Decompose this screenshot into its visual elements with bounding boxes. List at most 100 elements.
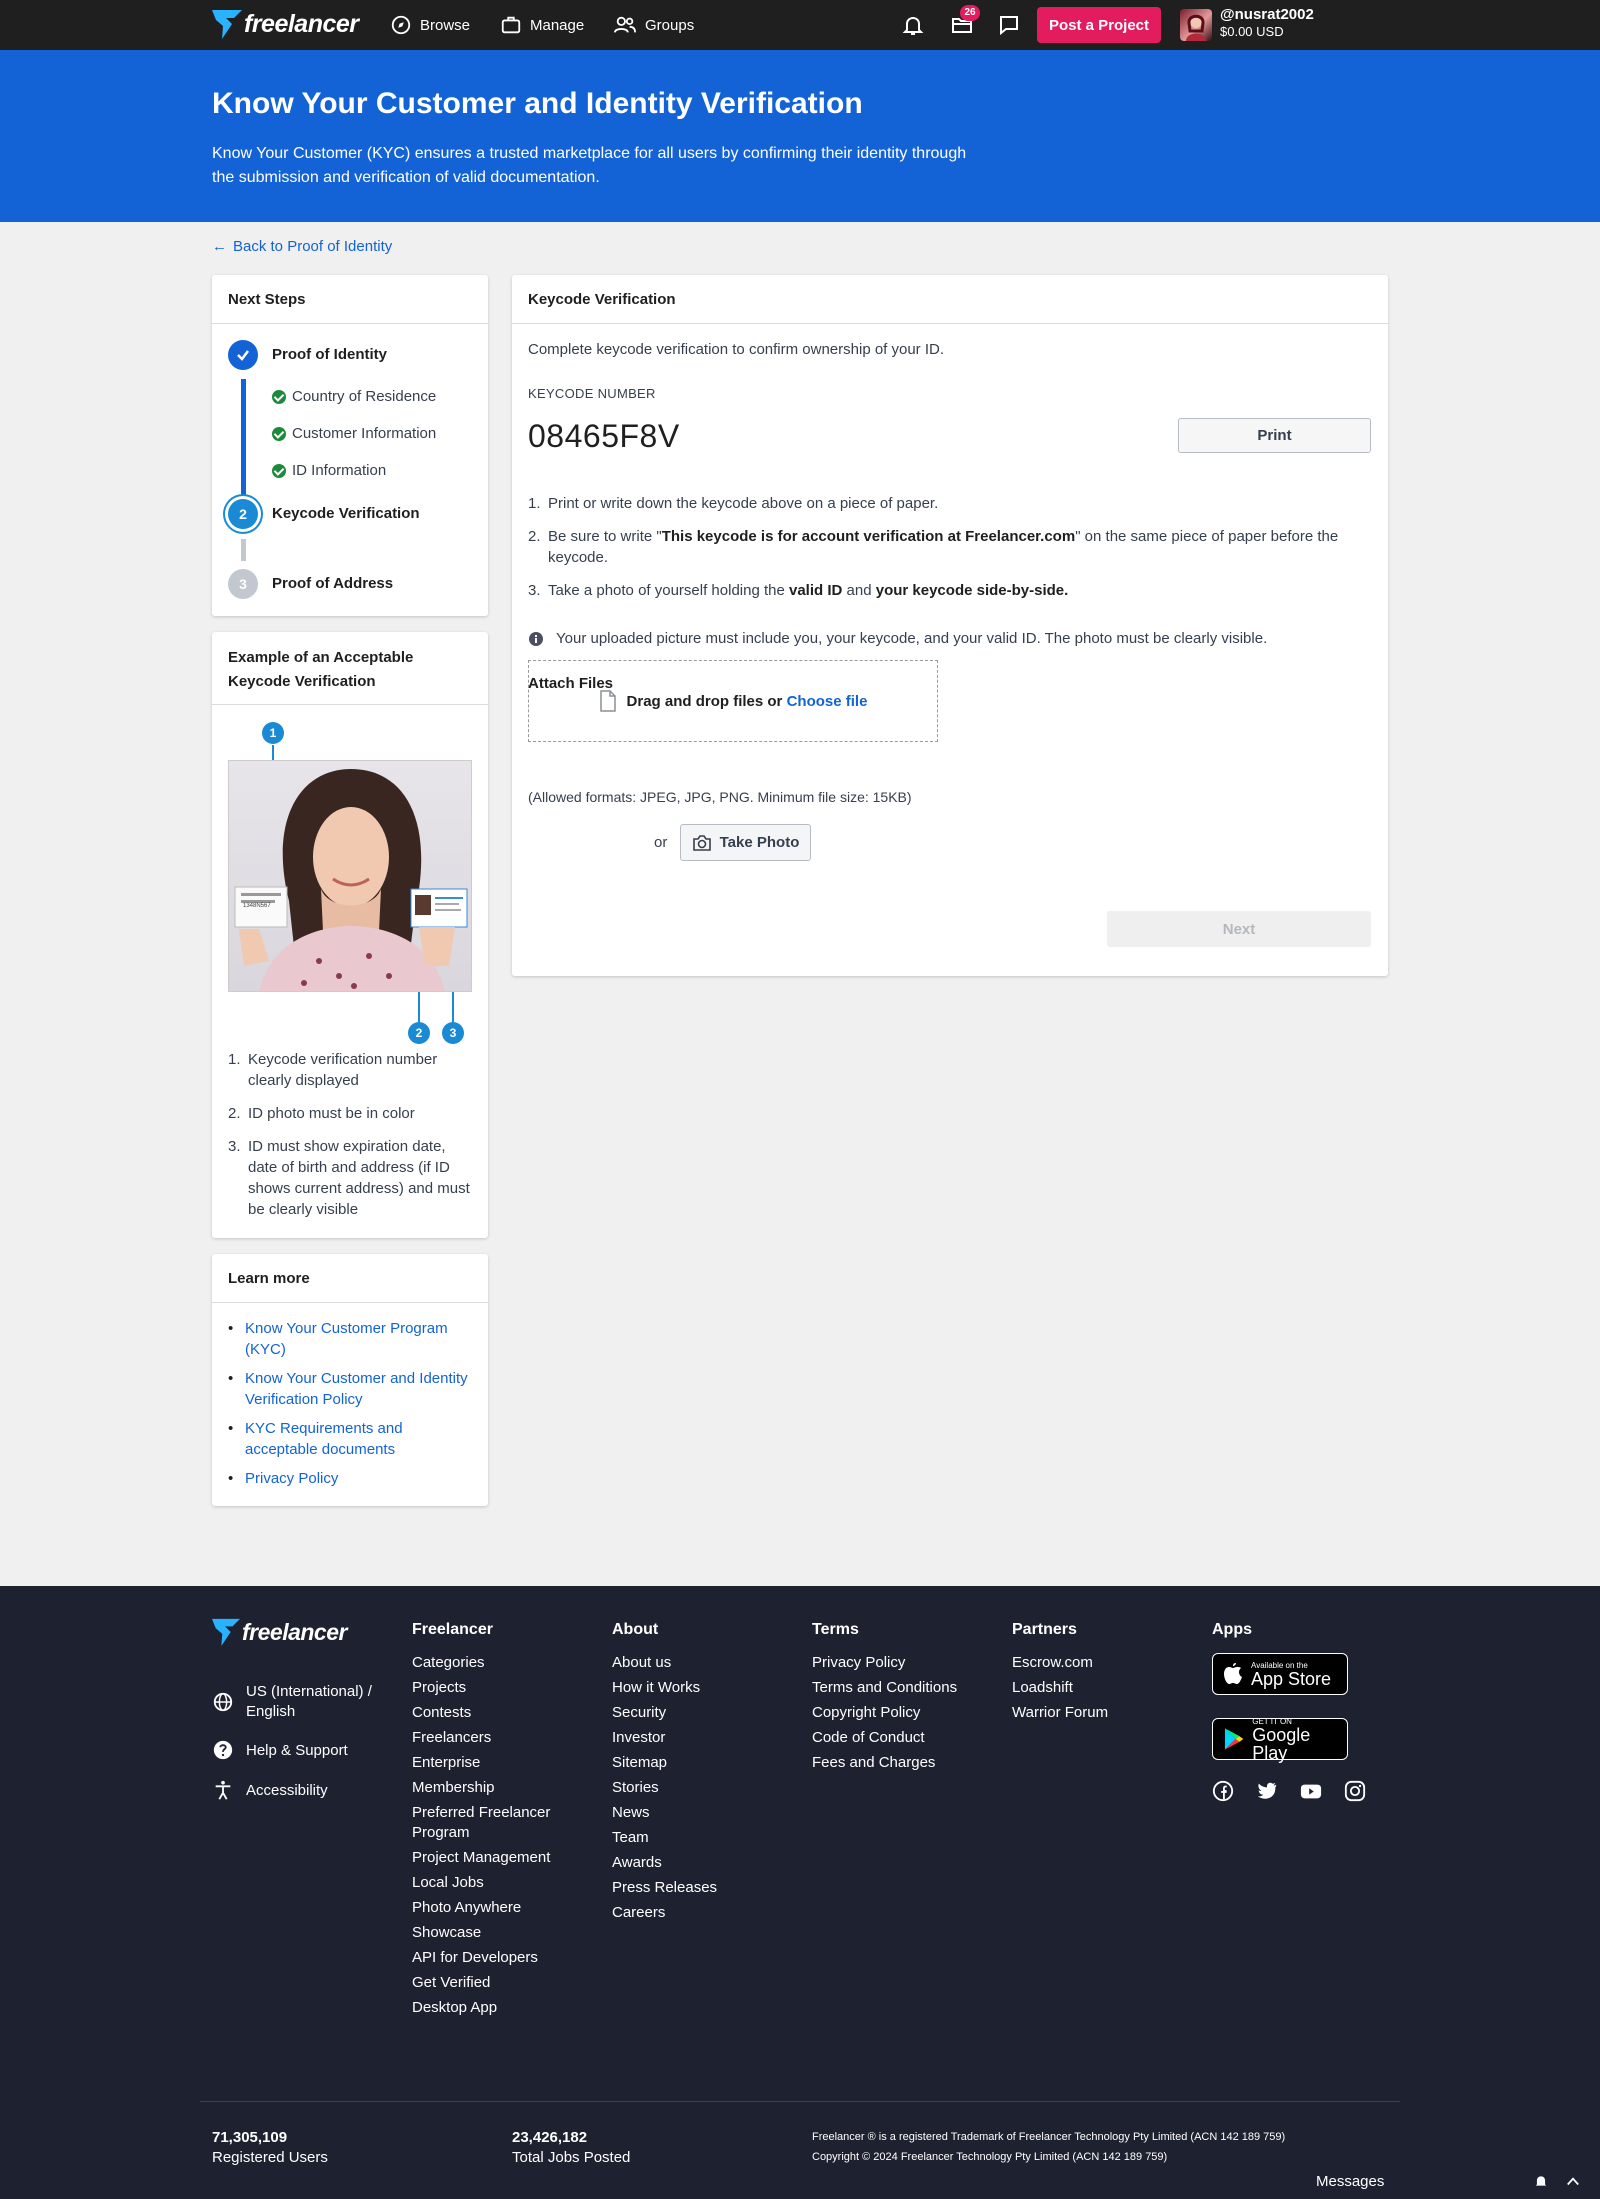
username[interactable]: @nusrat2002 xyxy=(1220,6,1314,23)
footer-link[interactable]: API for Developers xyxy=(412,1948,562,1968)
footer-link[interactable]: How it Works xyxy=(612,1678,762,1698)
substep-customer-info-label: Customer Information xyxy=(292,425,437,442)
top-navigation: freelancer Browse Manage Groups 26 Post … xyxy=(0,0,1600,50)
footer-link[interactable]: Freelancers xyxy=(412,1728,562,1748)
footer-link[interactable]: Team xyxy=(612,1828,762,1848)
footer-logo[interactable]: freelancer xyxy=(212,1617,347,1647)
link-kyc-requirements[interactable]: KYC Requirements and acceptable document… xyxy=(245,1418,473,1460)
footer-col-freelancer-title: Freelancer xyxy=(412,1621,493,1638)
nav-groups-label: Groups xyxy=(645,16,695,34)
footer-link[interactable]: Press Releases xyxy=(612,1878,762,1898)
footer-link[interactable]: Code of Conduct xyxy=(812,1728,962,1748)
app-store-badge[interactable]: Available on the App Store xyxy=(1212,1653,1348,1695)
nav-manage-label: Manage xyxy=(530,16,585,34)
link-kyc-policy[interactable]: Know Your Customer and Identity Verifica… xyxy=(245,1368,473,1410)
avatar[interactable] xyxy=(1180,9,1212,41)
facebook-icon[interactable] xyxy=(1212,1780,1234,1802)
footer-logo-text: freelancer xyxy=(242,1618,347,1645)
footer-link[interactable]: Loadshift xyxy=(1012,1678,1162,1698)
page-title: Know Your Customer and Identity Verifica… xyxy=(212,87,863,120)
substep-id-info: ID Information xyxy=(272,462,386,479)
help-label: Help & Support xyxy=(246,1741,348,1759)
footer-link[interactable]: Security xyxy=(612,1703,762,1723)
footer-link[interactable]: Project Management xyxy=(412,1848,562,1868)
footer-link[interactable]: Contests xyxy=(412,1703,562,1723)
take-photo-button[interactable]: Take Photo xyxy=(680,824,811,861)
instruction-1-text: Print or write down the keycode above on… xyxy=(548,495,939,512)
footer-link[interactable]: About us xyxy=(612,1653,762,1673)
footer: freelancer US (International) / English … xyxy=(0,1586,1600,2199)
bell-icon[interactable] xyxy=(901,13,925,37)
instruction-3-bold-2: your keycode side-by-side. xyxy=(875,582,1069,599)
footer-col-about-title: About xyxy=(612,1621,659,1638)
footer-link[interactable]: Enterprise xyxy=(412,1753,562,1773)
camera-icon xyxy=(692,834,711,851)
help-support-link[interactable]: Help & Support xyxy=(212,1739,348,1761)
app-store-text: Available on the App Store xyxy=(1251,1661,1331,1688)
next-steps-header: Next Steps xyxy=(212,275,488,324)
back-link[interactable]: ← Back to Proof of Identity xyxy=(212,238,392,255)
substep-country-label: Country of Residence xyxy=(292,388,437,405)
arrow-left-icon: ← xyxy=(212,238,227,255)
file-dropzone[interactable]: Drag and drop files or Choose file xyxy=(528,660,938,742)
keycode-number-label: KEYCODE NUMBER xyxy=(528,386,656,401)
footer-link[interactable]: Local Jobs xyxy=(412,1873,562,1893)
next-button[interactable]: Next xyxy=(1107,911,1371,947)
footer-col-apps-title: Apps xyxy=(1212,1621,1252,1638)
freelancer-logo[interactable]: freelancer xyxy=(212,8,359,40)
briefcase-icon xyxy=(501,16,521,34)
footer-link[interactable]: Showcase xyxy=(412,1923,562,1943)
progress-line-complete xyxy=(241,379,246,495)
print-button[interactable]: Print xyxy=(1178,418,1371,453)
footer-link[interactable]: Escrow.com xyxy=(1012,1653,1162,1673)
footer-link[interactable]: Warrior Forum xyxy=(1012,1703,1162,1723)
footer-link[interactable]: Stories xyxy=(612,1778,762,1798)
photo-keycode-text: 1348N567 xyxy=(243,903,271,909)
info-icon xyxy=(529,631,543,646)
footer-link[interactable]: Membership xyxy=(412,1778,562,1798)
logo-text: freelancer xyxy=(244,9,359,38)
chevron-up-icon[interactable] xyxy=(1566,2175,1580,2187)
footer-link[interactable]: Terms and Conditions xyxy=(812,1678,962,1698)
footer-link[interactable]: Fees and Charges xyxy=(812,1753,962,1773)
footer-link[interactable]: Privacy Policy xyxy=(812,1653,962,1673)
learn-more-header: Learn more xyxy=(212,1254,488,1303)
link-privacy-policy[interactable]: Privacy Policy xyxy=(245,1468,338,1489)
footer-link[interactable]: Copyright Policy xyxy=(812,1703,962,1723)
nav-browse-label: Browse xyxy=(420,16,471,34)
footer-link[interactable]: Sitemap xyxy=(612,1753,762,1773)
or-separator: or xyxy=(654,834,668,851)
post-project-button[interactable]: Post a Project xyxy=(1037,7,1161,43)
nav-browse[interactable]: Browse xyxy=(390,0,470,50)
upload-info-text: Your uploaded picture must include you, … xyxy=(556,630,1268,647)
bell-icon[interactable] xyxy=(1534,2174,1548,2188)
step-proof-of-address: Proof of Address xyxy=(272,575,394,592)
link-kyc-program[interactable]: Know Your Customer Program (KYC) xyxy=(245,1318,473,1360)
substep-id-info-label: ID Information xyxy=(292,462,387,479)
footer-link[interactable]: Careers xyxy=(612,1903,762,1923)
footer-link[interactable]: Photo Anywhere xyxy=(412,1898,562,1918)
nav-groups[interactable]: Groups xyxy=(613,0,694,50)
footer-link[interactable]: Projects xyxy=(412,1678,562,1698)
footer-link[interactable]: Desktop App xyxy=(412,1998,562,2018)
nav-manage[interactable]: Manage xyxy=(500,0,584,50)
footer-link[interactable]: Preferred Freelancer Program xyxy=(412,1803,562,1843)
twitter-icon[interactable] xyxy=(1256,1780,1278,1802)
google-play-badge[interactable]: GET IT ON Google Play xyxy=(1212,1717,1348,1762)
footer-link[interactable]: Categories xyxy=(412,1653,562,1673)
learn-more-item: • Privacy Policy xyxy=(228,1468,339,1489)
back-link-label: Back to Proof of Identity xyxy=(233,238,393,255)
instagram-icon[interactable] xyxy=(1344,1780,1366,1802)
messages-bar[interactable]: Messages xyxy=(1296,2162,1600,2199)
locale-selector[interactable]: US (International) / English xyxy=(212,1682,382,1722)
accessibility-link[interactable]: Accessibility xyxy=(212,1779,328,1801)
footer-link[interactable]: Get Verified xyxy=(412,1973,562,1993)
footer-link[interactable]: Awards xyxy=(612,1853,762,1873)
allowed-formats: (Allowed formats: JPEG, JPG, PNG. Minimu… xyxy=(528,789,912,805)
jobs-posted-label: Total Jobs Posted xyxy=(512,2149,631,2166)
footer-link[interactable]: Investor xyxy=(612,1728,762,1748)
youtube-icon[interactable] xyxy=(1300,1780,1322,1802)
message-icon[interactable] xyxy=(997,13,1021,37)
choose-file-link[interactable]: Choose file xyxy=(787,693,868,710)
footer-link[interactable]: News xyxy=(612,1803,762,1823)
